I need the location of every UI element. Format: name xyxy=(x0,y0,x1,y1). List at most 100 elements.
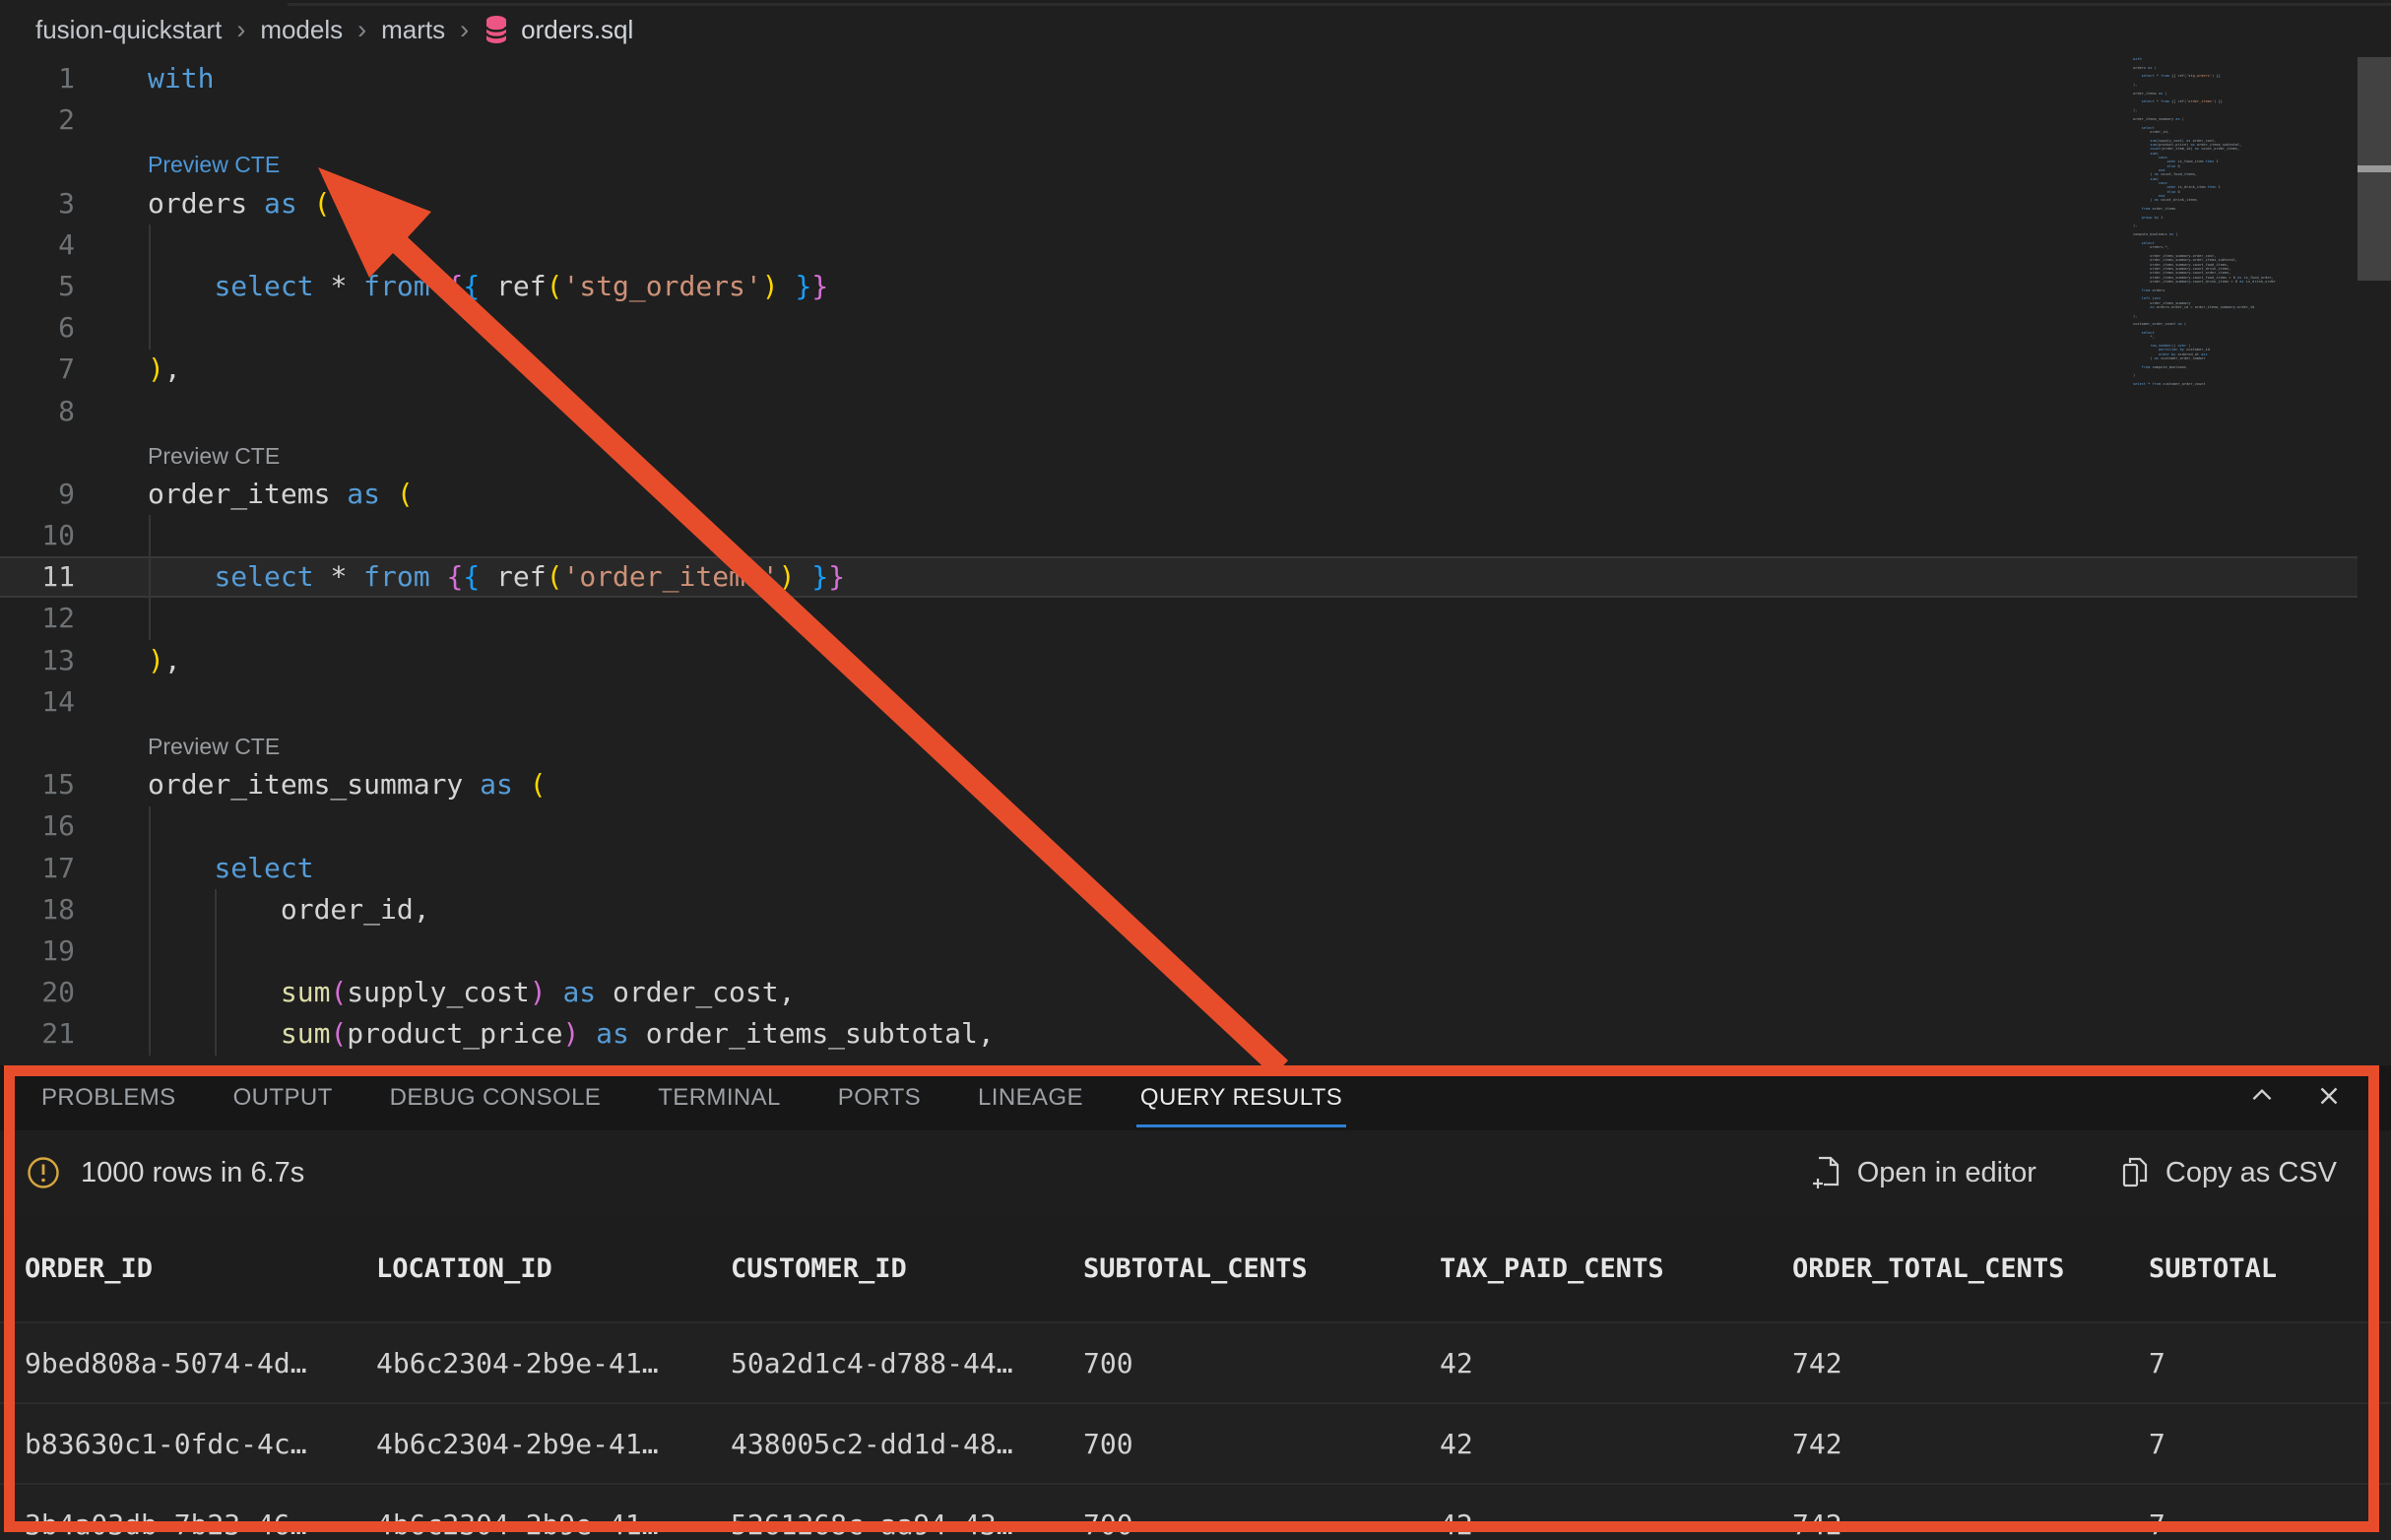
code-line-8[interactable]: 8 xyxy=(0,391,2358,432)
editor-scrollbar[interactable] xyxy=(2358,51,2391,1063)
panel-tab-bar: PROBLEMS OUTPUT DEBUG CONSOLE TERMINAL PORTS… xyxy=(0,1065,2391,1130)
table-cell: 4b6c2304-2b9e-41… xyxy=(376,1508,731,1540)
table-cell: 742 xyxy=(1792,1347,2149,1380)
code-line-10[interactable]: 10 xyxy=(0,515,2358,556)
line-number: 20 xyxy=(0,972,75,1013)
table-row[interactable]: b83630c1-0fdc-4c…4b6c2304-2b9e-41…438005… xyxy=(0,1404,2391,1485)
preview-cte-lens[interactable]: Preview CTE xyxy=(148,438,280,474)
table-cell: 700 xyxy=(1083,1347,1440,1380)
minimap[interactable]: with orders as ( select * from {{ ref('s… xyxy=(2123,55,2358,1059)
panel-tab-problems[interactable]: PROBLEMS xyxy=(41,1084,176,1112)
open-in-editor-button[interactable]: Open in editor xyxy=(1812,1156,2036,1189)
breadcrumb-filename[interactable]: orders.sql xyxy=(521,15,633,45)
table-row[interactable]: 3b4a03db-7b23-46…4b6c2304-2b9e-41…526126… xyxy=(0,1485,2391,1540)
code-text: ), xyxy=(148,640,181,681)
table-cell: 700 xyxy=(1083,1508,1440,1540)
table-cell: 742 xyxy=(1792,1508,2149,1540)
line-number: 17 xyxy=(0,848,75,889)
table-cell: 5261268c-aa94-43… xyxy=(731,1508,1083,1540)
line-number: 1 xyxy=(0,58,75,99)
table-row[interactable]: 9bed808a-5074-4d…4b6c2304-2b9e-41…50a2d1… xyxy=(0,1323,2391,1404)
column-header-subtotal[interactable]: SUBTOTAL xyxy=(2149,1253,2391,1284)
code-line-1[interactable]: 1with xyxy=(0,58,2358,99)
code-text: select * from {{ ref('stg_orders') }} xyxy=(148,266,828,307)
breadcrumb-item[interactable]: marts xyxy=(381,15,445,45)
close-icon[interactable] xyxy=(2314,1081,2344,1111)
code-line-18[interactable]: 18 order_id, xyxy=(0,889,2358,930)
breadcrumb-separator: › xyxy=(236,15,245,45)
panel-tab-lineage[interactable]: LINEAGE xyxy=(978,1084,1083,1112)
copy-as-csv-button[interactable]: Copy as CSV xyxy=(2120,1156,2337,1189)
scrollbar-currentline-marker xyxy=(2358,165,2391,172)
code-line-17[interactable]: 17 select xyxy=(0,848,2358,889)
panel-tab-query-results[interactable]: QUERY RESULTS xyxy=(1140,1084,1342,1112)
minimap-code: with orders as ( select * from {{ ref('s… xyxy=(2123,55,2358,386)
code-line-11[interactable]: 11 select * from {{ ref('order_items') }… xyxy=(0,556,2358,598)
preview-cte-lens[interactable]: Preview CTE xyxy=(148,729,280,764)
code-line-13[interactable]: 13), xyxy=(0,640,2358,681)
breadcrumb-item[interactable]: models xyxy=(260,15,343,45)
column-header-order_id[interactable]: ORDER_ID xyxy=(25,1253,376,1284)
table-cell: 700 xyxy=(1083,1428,1440,1460)
code-line-15[interactable]: 15order_items_summary as ( xyxy=(0,764,2358,805)
line-number: 4 xyxy=(0,225,75,266)
table-cell: b83630c1-0fdc-4c… xyxy=(25,1428,376,1460)
code-line-19[interactable]: 19 xyxy=(0,930,2358,972)
table-cell: 7 xyxy=(2149,1347,2391,1380)
file-plus-icon xyxy=(1812,1156,1842,1189)
code-line-4[interactable]: 4 xyxy=(0,225,2358,266)
line-number: 12 xyxy=(0,598,75,639)
code-line-3[interactable]: 3orders as ( xyxy=(0,183,2358,225)
column-header-subtotal_cents[interactable]: SUBTOTAL_CENTS xyxy=(1083,1253,1440,1284)
table-header-row: ORDER_IDLOCATION_IDCUSTOMER_IDSUBTOTAL_C… xyxy=(0,1215,2391,1323)
table-cell: 9bed808a-5074-4d… xyxy=(25,1347,376,1380)
code-line-6[interactable]: 6 xyxy=(0,307,2358,349)
code-text: order_id, xyxy=(148,889,430,930)
column-header-customer_id[interactable]: CUSTOMER_ID xyxy=(731,1253,1083,1284)
panel-tab-output[interactable]: OUTPUT xyxy=(233,1084,333,1112)
column-header-tax_paid_cents[interactable]: TAX_PAID_CENTS xyxy=(1440,1253,1792,1284)
code-line-12[interactable]: 12 xyxy=(0,598,2358,639)
indent-guide xyxy=(149,225,151,350)
code-line-21[interactable]: 21 sum(product_price) as order_items_sub… xyxy=(0,1013,2358,1055)
row-count-status: 1000 rows in 6.7s xyxy=(81,1157,304,1189)
table-cell: 742 xyxy=(1792,1428,2149,1460)
query-results-table: ORDER_IDLOCATION_IDCUSTOMER_IDSUBTOTAL_C… xyxy=(0,1215,2391,1540)
chevron-up-icon[interactable] xyxy=(2247,1081,2277,1111)
code-line-14[interactable]: 14 xyxy=(0,681,2358,723)
code-text: order_items_summary as ( xyxy=(148,764,547,805)
panel-tab-debug-console[interactable]: DEBUG CONSOLE xyxy=(390,1084,602,1112)
copy-icon xyxy=(2120,1156,2150,1189)
line-number: 7 xyxy=(0,349,75,390)
column-header-location_id[interactable]: LOCATION_ID xyxy=(376,1253,731,1284)
line-number: 10 xyxy=(0,515,75,556)
code-lens-row: Preview CTE xyxy=(0,432,2358,474)
code-line-5[interactable]: 5 select * from {{ ref('stg_orders') }} xyxy=(0,266,2358,307)
panel-tab-terminal[interactable]: TERMINAL xyxy=(658,1084,781,1112)
code-line-20[interactable]: 20 sum(supply_cost) as order_cost, xyxy=(0,972,2358,1013)
code-lens-row: Preview CTE xyxy=(0,723,2358,764)
column-header-order_total_cents[interactable]: ORDER_TOTAL_CENTS xyxy=(1792,1253,2149,1284)
breadcrumb-separator: › xyxy=(460,15,469,45)
table-cell: 3b4a03db-7b23-46… xyxy=(25,1508,376,1540)
code-line-7[interactable]: 7), xyxy=(0,349,2358,390)
line-number: 9 xyxy=(0,474,75,515)
indent-guide xyxy=(149,806,151,1056)
preview-cte-lens[interactable]: Preview CTE xyxy=(148,147,280,182)
breadcrumb-item[interactable]: fusion-quickstart xyxy=(35,15,222,45)
code-line-16[interactable]: 16 xyxy=(0,805,2358,847)
code-text: select * from {{ ref('order_items') }} xyxy=(148,556,845,598)
line-number: 2 xyxy=(0,99,75,141)
line-number: 21 xyxy=(0,1013,75,1055)
tabbar-edge xyxy=(288,3,2391,6)
code-editor[interactable]: 1with2Preview CTE3orders as (45 select *… xyxy=(0,55,2358,1056)
panel-tab-ports[interactable]: PORTS xyxy=(838,1084,921,1112)
code-line-2[interactable]: 2 xyxy=(0,99,2358,141)
table-cell: 42 xyxy=(1440,1428,1792,1460)
code-text: order_items as ( xyxy=(148,474,414,515)
code-line-9[interactable]: 9 order_items as ( xyxy=(0,474,2358,515)
editor-window: fusion-quickstart›models›marts›orders.sq… xyxy=(0,0,2391,1540)
table-cell: 438005c2-dd1d-48… xyxy=(731,1428,1083,1460)
line-number: 3 xyxy=(0,183,75,225)
table-cell: 50a2d1c4-d788-44… xyxy=(731,1347,1083,1380)
